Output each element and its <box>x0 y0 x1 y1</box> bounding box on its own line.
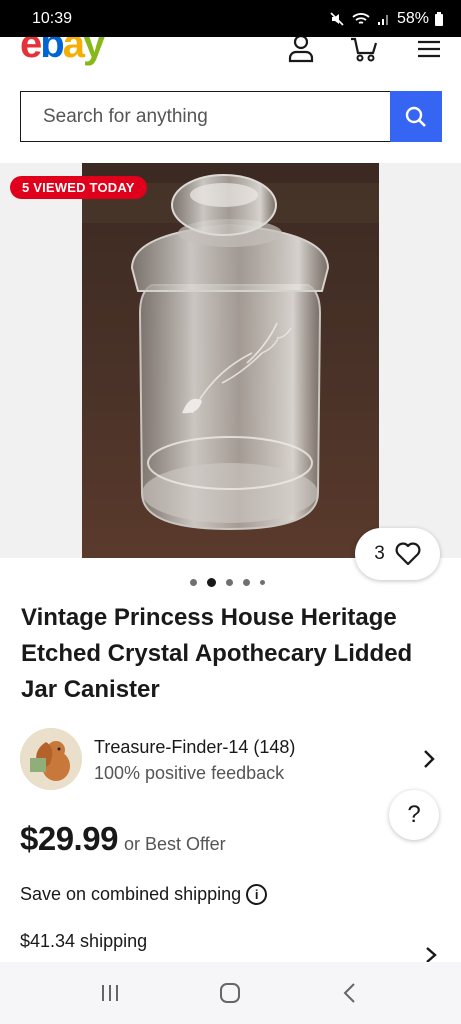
ebay-item-page: 10:39 58% ebay Search for anything 5 VIE… <box>0 0 461 1024</box>
menu-icon[interactable] <box>417 40 441 58</box>
page-dot[interactable] <box>190 579 197 586</box>
back-icon[interactable] <box>340 982 362 1004</box>
mute-icon <box>330 11 344 26</box>
recent-apps-icon[interactable] <box>99 982 121 1004</box>
watch-button[interactable]: 3 <box>355 528 440 580</box>
info-icon[interactable]: i <box>246 884 268 905</box>
gallery-pagination <box>190 578 265 587</box>
search-button[interactable] <box>390 91 442 142</box>
search-input[interactable]: Search for anything <box>20 91 390 142</box>
search-bar: Search for anything <box>20 91 442 142</box>
system-nav-bar <box>0 962 461 1024</box>
page-dot[interactable] <box>226 579 233 586</box>
page-dot[interactable] <box>243 579 250 586</box>
cart-icon[interactable] <box>349 37 379 63</box>
ebay-logo[interactable]: ebay <box>20 37 105 64</box>
seller-name[interactable]: Treasure-Finder-14 (148) <box>94 737 295 758</box>
page-dot[interactable] <box>260 580 265 585</box>
user-icon[interactable] <box>287 37 315 63</box>
seller-feedback: 100% positive feedback <box>94 763 285 783</box>
best-offer-label: or Best Offer <box>123 834 226 854</box>
battery-icon <box>435 11 443 26</box>
watch-count: 3 <box>374 543 385 564</box>
search-icon <box>405 106 426 127</box>
wifi-icon <box>352 12 370 24</box>
listing-title: Vintage Princess House Heritage Etched C… <box>21 604 413 703</box>
page-dot-active[interactable] <box>207 578 216 587</box>
status-bar: 10:39 58% <box>0 0 461 37</box>
signal-icon <box>377 14 388 25</box>
home-icon[interactable] <box>219 982 241 1004</box>
combined-shipping-label: Save on combined shipping <box>20 884 242 904</box>
shipping-cost: $41.34 shipping <box>20 931 148 951</box>
viewed-today-badge: 5 VIEWED TODAY <box>10 176 147 199</box>
seller-info[interactable]: Treasure-Finder-14 (148) 100% positive f… <box>20 728 445 790</box>
price-row: $29.99 or Best Offer <box>20 820 226 858</box>
chevron-right-icon[interactable] <box>422 748 436 770</box>
item-price: $29.99 <box>20 820 118 857</box>
header: ebay <box>0 37 461 73</box>
combined-shipping[interactable]: Save on combined shipping i <box>20 884 268 905</box>
battery-percent: 58% <box>396 9 429 27</box>
image-gallery[interactable] <box>0 163 461 558</box>
heart-icon <box>395 542 421 566</box>
status-time: 10:39 <box>32 9 73 27</box>
item-photo[interactable] <box>82 163 379 558</box>
help-button[interactable]: ? <box>389 790 439 840</box>
seller-avatar <box>20 728 82 790</box>
